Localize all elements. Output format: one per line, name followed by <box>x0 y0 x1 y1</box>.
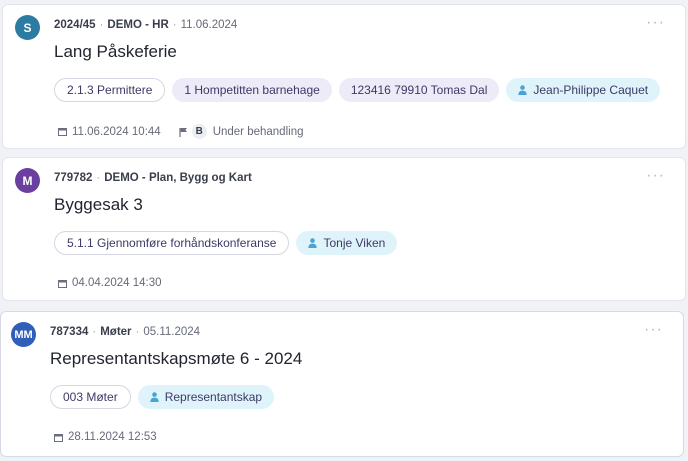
case-card[interactable]: M 779782 · DEMO - Plan, Bygg og Kart ··· B… <box>2 157 686 301</box>
more-options-icon[interactable]: ··· <box>646 15 665 31</box>
calendar-icon <box>54 433 63 442</box>
responsible-name: Jean-Philippe Caquet <box>533 83 649 97</box>
party-chip[interactable]: 123416 79910 Tomas Dal <box>338 78 500 102</box>
responsible-name: Tonje Viken <box>323 236 386 250</box>
party-chip[interactable]: 1 Hompetitten barnehage <box>172 78 332 102</box>
person-icon <box>308 238 318 248</box>
responsible-name: Representantskap <box>164 390 263 404</box>
case-title[interactable]: Representantskapsmøte 6 - 2024 <box>50 349 302 369</box>
case-date: 05.11.2024 <box>143 326 201 338</box>
case-unit: DEMO - Plan, Bygg og Kart <box>104 172 252 184</box>
more-options-icon[interactable]: ··· <box>646 168 665 184</box>
case-title[interactable]: Byggesak 3 <box>54 195 143 215</box>
status-text: Under behandling <box>212 125 304 138</box>
deadline: 11.06.2024 10:44 <box>72 125 161 138</box>
person-icon <box>149 392 159 402</box>
case-card[interactable]: MM 787334 · Møter · 05.11.2024 ··· Represent… <box>0 311 684 457</box>
avatar: S <box>15 15 40 40</box>
case-number: 2024/45 <box>54 19 96 31</box>
responsible-chip[interactable]: Tonje Viken <box>296 231 398 255</box>
case-meta: 779782 · DEMO - Plan, Bygg og Kart <box>54 172 252 184</box>
flag-icon <box>179 127 187 137</box>
case-title[interactable]: Lang Påskeferie <box>54 42 177 62</box>
case-number: 779782 <box>54 172 93 184</box>
person-icon <box>518 85 528 95</box>
classification-chip[interactable]: 5.1.1 Gjennomføre forhåndskonferanse <box>54 231 290 255</box>
case-meta: 2024/45 · DEMO - HR · 11.06.2024 <box>54 19 238 31</box>
status-badge: B <box>191 124 207 139</box>
calendar-icon <box>58 128 67 136</box>
case-meta: 787334 · Møter · 05.11.2024 <box>50 326 201 338</box>
more-options-icon[interactable]: ··· <box>644 322 663 338</box>
case-unit: Møter <box>100 326 132 338</box>
calendar-icon <box>58 279 67 288</box>
responsible-chip[interactable]: Representantskap <box>137 385 275 409</box>
case-unit: DEMO - HR <box>107 19 169 31</box>
classification-chip[interactable]: 003 Møter <box>50 385 131 409</box>
avatar: MM <box>11 322 36 347</box>
chip-row: 5.1.1 Gjennomføre forhåndskonferanse Ton… <box>54 231 398 255</box>
deadline: 04.04.2024 14:30 <box>72 277 162 289</box>
deadline: 28.11.2024 12:53 <box>68 431 157 443</box>
case-card[interactable]: S 2024/45 · DEMO - HR · 11.06.2024 ··· Lang … <box>2 4 686 149</box>
card-footer: 28.11.2024 12:53 <box>54 431 157 443</box>
classification-chip[interactable]: 2.1.3 Permittere <box>54 78 166 102</box>
chip-row: 2.1.3 Permittere 1 Hompetitten barnehage… <box>54 78 661 102</box>
avatar: M <box>15 168 40 193</box>
case-number: 787334 <box>50 326 89 338</box>
card-footer: 11.06.2024 10:44 B Under behandling <box>58 124 303 139</box>
card-footer: 04.04.2024 14:30 <box>58 277 162 289</box>
responsible-chip[interactable]: Jean-Philippe Caquet <box>506 78 661 102</box>
case-date: 11.06.2024 <box>180 19 238 31</box>
chip-row: 003 Møter Representantskap <box>50 385 275 409</box>
